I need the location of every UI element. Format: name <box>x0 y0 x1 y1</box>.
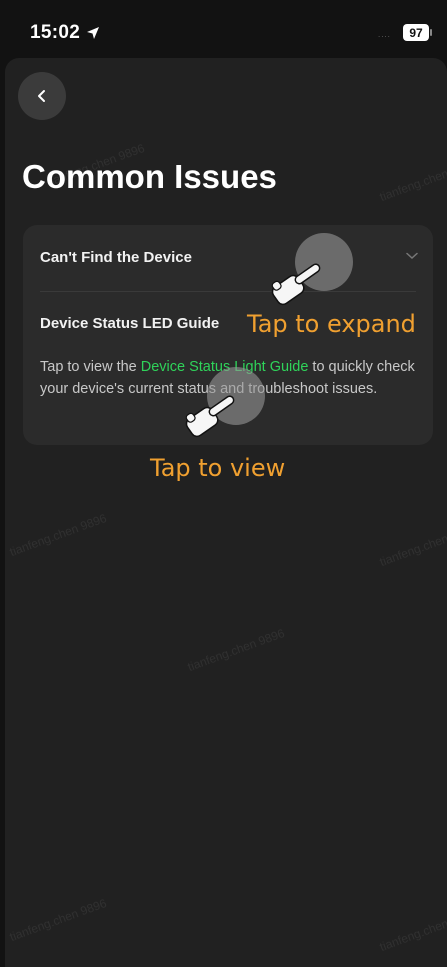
tap-to-expand-label: Tap to expand <box>247 310 416 338</box>
chevron-down-icon[interactable] <box>406 252 418 260</box>
location-arrow-icon <box>87 27 99 39</box>
back-button[interactable] <box>18 72 66 120</box>
faq-item-cant-find-device[interactable]: Can't Find the Device <box>23 225 433 291</box>
tap-to-view-label: Tap to view <box>150 454 286 482</box>
divider <box>40 291 416 292</box>
battery-level: 97 <box>409 25 423 40</box>
status-bar: 15:02 .... 97 <box>0 0 447 62</box>
watermark: tianfeng.chen 9896 <box>377 906 447 955</box>
watermark: tianfeng.chen 9896 <box>7 510 109 560</box>
status-time: 15:02 <box>30 22 81 43</box>
page-title: Common Issues <box>22 158 277 195</box>
signal-icon: .... <box>378 30 391 39</box>
watermark: tianfeng.chen 9896 <box>377 156 447 205</box>
faq-item-title: Can't Find the Device <box>40 249 192 266</box>
watermark: tianfeng.chen 9896 <box>7 895 109 945</box>
chevron-left-icon <box>38 90 45 102</box>
battery-icon: 97 <box>403 24 429 41</box>
battery-cap <box>430 29 432 36</box>
pointing-hand-icon <box>271 263 321 306</box>
watermark: tianfeng.chen 9896 <box>185 625 287 675</box>
watermark: tianfeng.chen 9896 <box>377 521 447 570</box>
pointing-hand-icon <box>185 395 235 438</box>
desc-text: Tap to view the <box>40 359 141 375</box>
faq-item-title[interactable]: Device Status LED Guide <box>40 315 219 332</box>
